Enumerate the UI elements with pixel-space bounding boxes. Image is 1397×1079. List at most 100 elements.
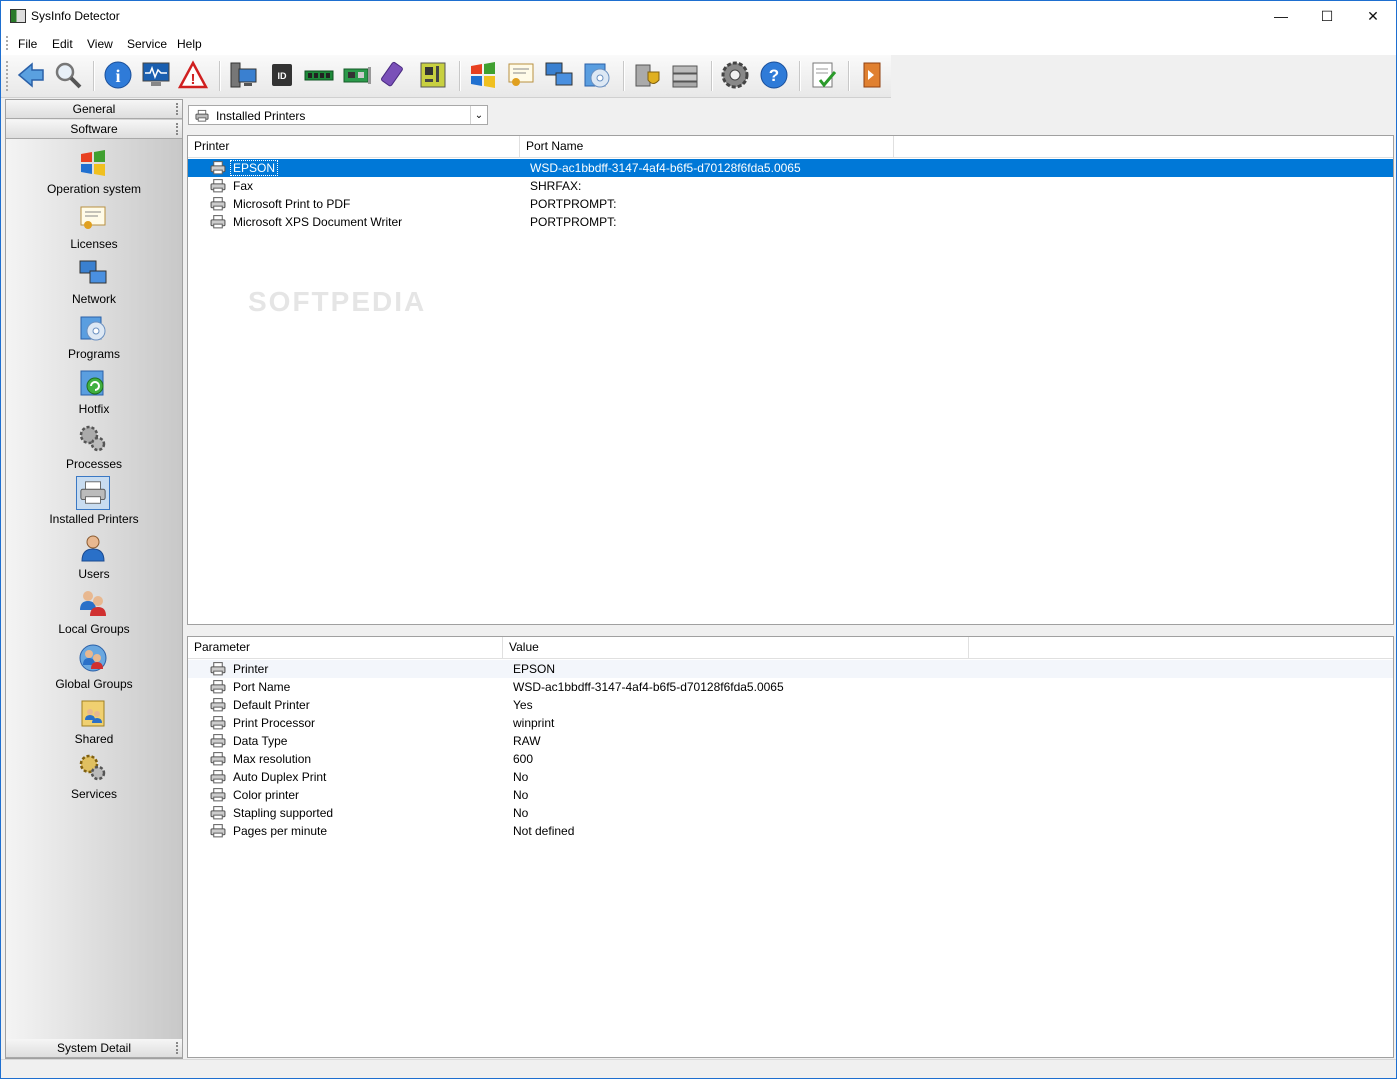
side-software-label: Software [70,122,118,136]
side-item-installed-printers[interactable]: Installed Printers [6,474,182,529]
parameter-value: RAW [513,734,541,748]
menu-bar: File Edit View Service Help [1,31,1396,55]
side-item-operation-system[interactable]: Operation system [6,144,182,199]
back-icon[interactable] [15,59,47,91]
minimize-button[interactable]: — [1258,1,1304,31]
toolbar-separator [848,61,850,91]
side-item-local-groups[interactable]: Local Groups [6,584,182,639]
settings-icon[interactable] [719,59,751,91]
parameter-value: Not defined [513,824,575,838]
network-icon [76,256,110,290]
menu-file[interactable]: File [18,37,37,51]
column-header-printer[interactable]: Printer [188,136,520,157]
table-row[interactable]: Port Name WSD-ac1bbdff-3147-4af4-b6f5-d70… [188,678,1393,696]
toolbar-separator [93,61,95,91]
table-row[interactable]: Color printer No [188,786,1393,804]
side-item-users[interactable]: Users [6,529,182,584]
security-icon[interactable] [631,59,663,91]
table-header: Printer Port Name [188,136,1393,158]
parameter-value: Yes [513,698,533,712]
table-row[interactable]: Pages per minute Not defined [188,822,1393,840]
table-row[interactable]: Microsoft Print to PDF PORTPROMPT: [188,195,1393,213]
memory-icon[interactable] [303,59,335,91]
table-row[interactable]: Fax SHRFAX: [188,177,1393,195]
parameter-name: Print Processor [233,716,316,730]
search-icon[interactable] [52,59,84,91]
warning-icon[interactable]: ! [177,59,209,91]
svg-text:?: ? [769,66,779,85]
side-general-header[interactable]: General [6,100,182,119]
table-row[interactable]: EPSON WSD-ac1bbdff-3147-4af4-b6f5-d70128… [188,159,1393,177]
printer-name: Microsoft XPS Document Writer [233,215,403,229]
certificate-icon[interactable] [505,59,537,91]
windows-icon[interactable] [467,59,499,91]
pci-card-icon[interactable] [341,59,373,91]
side-item-processes[interactable]: Processes [6,419,182,474]
menu-edit[interactable]: Edit [52,37,73,51]
table-row[interactable]: Print Processor winprint [188,714,1393,732]
printer-icon [76,476,110,510]
side-item-programs[interactable]: Programs [6,309,182,364]
usb-icon[interactable] [379,59,411,91]
table-row[interactable]: Microsoft XPS Document Writer PORTPROMPT… [188,213,1393,231]
programs-icon[interactable] [581,59,613,91]
svg-text:!: ! [191,71,196,88]
shared-folder-icon [76,696,110,730]
column-header-port-name[interactable]: Port Name [520,136,894,157]
parameter-name: Pages per minute [233,824,328,838]
side-general-label: General [72,102,116,116]
table-row[interactable]: Printer EPSON [188,660,1393,678]
port-name: WSD-ac1bbdff-3147-4af4-b6f5-d70128f6fda5… [530,161,801,175]
close-button[interactable]: ✕ [1350,1,1396,31]
table-row[interactable]: Default Printer Yes [188,696,1393,714]
side-item-global-groups[interactable]: Global Groups [6,639,182,694]
status-bar [1,1059,1396,1078]
group-icon [76,586,110,620]
side-item-services[interactable]: Services [6,749,182,804]
side-item-licenses[interactable]: Licenses [6,199,182,254]
printer-icon [210,752,226,769]
toolbar-separator [799,61,801,91]
motherboard-icon[interactable] [417,59,449,91]
app-icon [10,9,26,23]
side-item-label: Licenses [70,237,118,251]
printer-icon [210,698,226,715]
drives-icon[interactable] [669,59,701,91]
menu-help[interactable]: Help [177,37,202,51]
side-system-detail-header[interactable]: System Detail [6,1039,182,1058]
help-icon[interactable]: ? [758,59,790,91]
parameter-name: Stapling supported [233,806,334,820]
network-icon[interactable] [543,59,575,91]
chevron-down-icon[interactable]: ⌄ [470,106,487,124]
info-icon[interactable]: i [102,59,134,91]
maximize-button[interactable]: ☐ [1304,1,1350,31]
table-row[interactable]: Auto Duplex Print No [188,768,1393,786]
toolbar-separator [459,61,461,91]
side-item-hotfix[interactable]: Hotfix [6,364,182,419]
exit-icon[interactable] [857,59,889,91]
side-item-shared[interactable]: Shared [6,694,182,749]
cpu-id-icon[interactable]: ID [266,59,298,91]
computer-icon[interactable] [227,59,259,91]
report-icon[interactable] [807,59,839,91]
side-item-label: Programs [67,347,120,361]
menu-view[interactable]: View [87,37,113,51]
parameter-name: Data Type [233,734,288,748]
table-row[interactable]: Stapling supported No [188,804,1393,822]
menu-service[interactable]: Service [127,37,167,51]
column-header-value[interactable]: Value [503,637,969,658]
gears-icon [76,421,110,455]
column-header-parameter[interactable]: Parameter [188,637,503,658]
side-item-label: Shared [74,732,114,746]
monitor-icon[interactable] [140,59,172,91]
table-row[interactable]: Data Type RAW [188,732,1393,750]
table-row[interactable]: Max resolution 600 [188,750,1393,768]
parameter-value: No [513,770,529,784]
toolbar-separator [623,61,625,91]
parameter-value: WSD-ac1bbdff-3147-4af4-b6f5-d70128f6fda5… [513,680,784,694]
view-select[interactable]: Installed Printers ⌄ [188,105,488,125]
side-software-header[interactable]: Software [6,120,182,139]
printers-table: SOFTPEDIA Printer Port Name EPSON WSD-ac… [187,135,1394,625]
details-table: Parameter Value Printer EPSON Port Name WSD… [187,636,1394,1058]
side-item-network[interactable]: Network [6,254,182,309]
